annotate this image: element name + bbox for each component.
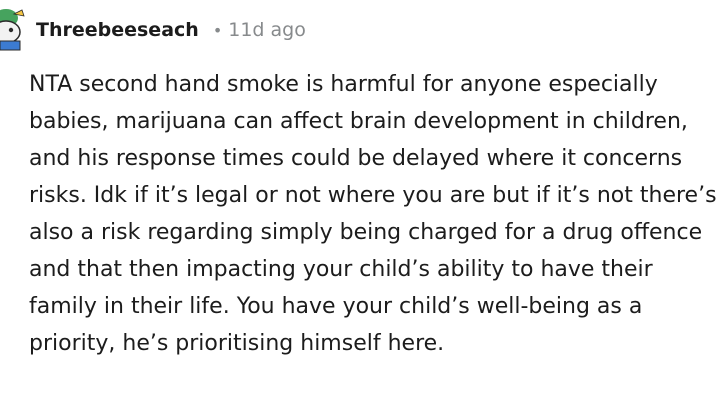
comment-header: Threebeeseach • 11d ago bbox=[0, 8, 306, 52]
comment: Threebeeseach • 11d ago NTA second hand … bbox=[0, 0, 722, 400]
meta-separator: • bbox=[212, 20, 223, 40]
comment-author[interactable]: Threebeeseach bbox=[36, 19, 199, 41]
comment-timestamp[interactable]: 11d ago bbox=[228, 19, 306, 41]
comment-body: NTA second hand smoke is harmful for any… bbox=[29, 72, 717, 356]
snoo-avatar-icon bbox=[0, 8, 26, 52]
avatar[interactable] bbox=[0, 8, 26, 52]
